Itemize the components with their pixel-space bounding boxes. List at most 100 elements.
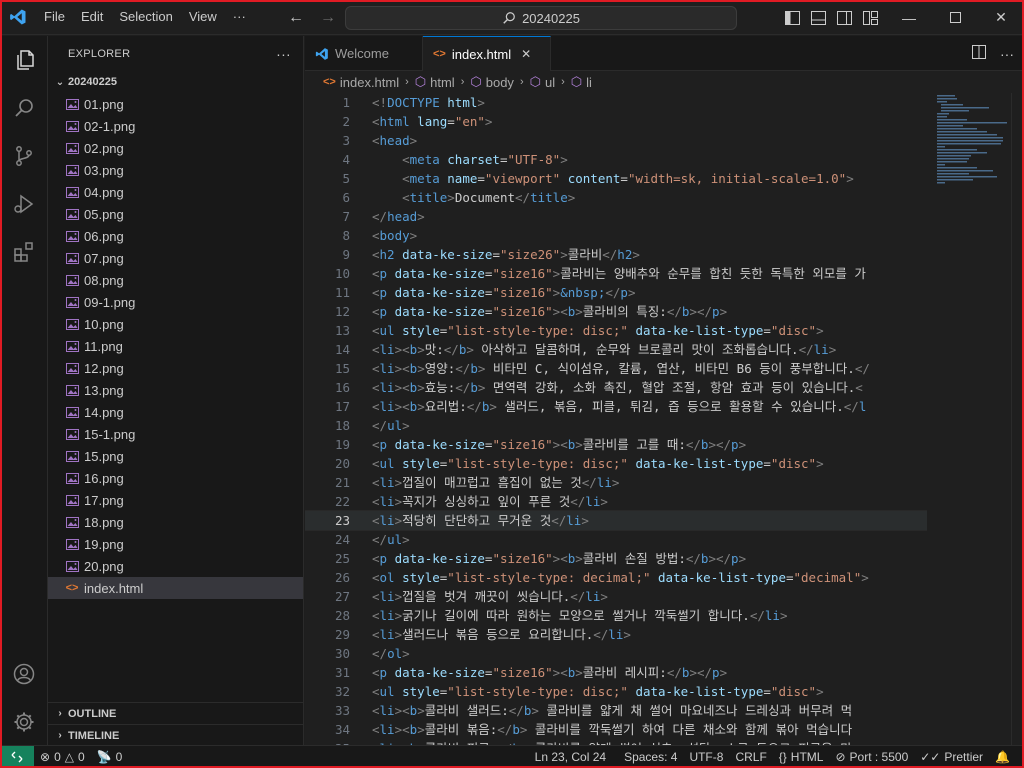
more-actions-icon[interactable]: ··· [1000,46,1014,62]
file-item[interactable]: 02-1.png [48,115,303,137]
menu-selection[interactable]: Selection [111,5,180,29]
maximize-icon[interactable] [932,0,978,35]
file-item[interactable]: 07.png [48,247,303,269]
code-line[interactable]: 28 <li>굵기나 길이에 따라 원하는 모양으로 썰거나 깍둑썰기 합니다.<… [305,606,927,625]
file-item[interactable]: 17.png [48,489,303,511]
file-item[interactable]: 09-1.png [48,291,303,313]
code-line[interactable]: 10 <p data-ke-size="size16">콜라비는 양배추와 순무를… [305,264,927,283]
code-line[interactable]: 15 <li><b>영양:</b> 비타민 C, 식이섬유, 칼륨, 엽산, 비타… [305,359,927,378]
encoding[interactable]: UTF-8 [683,746,729,768]
menu-file[interactable]: File [36,5,73,29]
run-and-debug-icon[interactable] [0,180,48,228]
file-item[interactable]: 08.png [48,269,303,291]
search-icon[interactable] [0,84,48,132]
code-line[interactable]: 6 <title>Document</title> [305,188,927,207]
code-line[interactable]: 7 </head> [305,207,927,226]
code-line[interactable]: 18 </ul> [305,416,927,435]
problems-indicator[interactable]: ⊗ 0 △ 0 [34,746,91,768]
code-editor[interactable]: 1 <!DOCTYPE html> 2 <html lang="en"> 3 <head>… [305,93,927,745]
indentation[interactable]: Spaces: 4 [618,746,683,768]
end-of-line[interactable]: CRLF [729,746,772,768]
customize-layout-icon[interactable] [862,10,878,26]
breadcrumb-item[interactable]: html [430,75,455,90]
code-line[interactable]: 17 <li><b>요리법:</b> 샐러드, 볶음, 피클, 튀김, 즙 등으로… [305,397,927,416]
breadcrumb-item[interactable]: body [486,75,514,90]
file-item[interactable]: 11.png [48,335,303,357]
file-item[interactable]: 18.png [48,511,303,533]
code-line[interactable]: 33 <li><b>콜라비 샐러드:</b> 콜라비를 얇게 채 썰어 마요네즈나… [305,701,927,720]
forward-arrow-icon[interactable]: → [318,9,338,27]
file-item[interactable]: 16.png [48,467,303,489]
minimize-icon[interactable]: — [886,0,932,35]
code-line[interactable]: 12 <p data-ke-size="size16"><b>콜라비의 특징:</… [305,302,927,321]
code-line[interactable]: 20 <ul style="list-style-type: disc;" dat… [305,454,927,473]
file-item[interactable]: 10.png [48,313,303,335]
file-item[interactable]: 04.png [48,181,303,203]
file-item[interactable]: 15-1.png [48,423,303,445]
ports-indicator[interactable]: 📡 0 [91,746,129,768]
code-line[interactable]: 31 <p data-ke-size="size16"><b>콜라비 레시피:</… [305,663,927,682]
breadcrumb-item[interactable]: li [586,75,592,90]
prettier-status[interactable]: ✓✓ Prettier [914,746,989,768]
menu-more[interactable]: ··· [225,5,254,29]
command-center-search[interactable]: 20240225 [345,6,737,30]
code-line[interactable]: 14 <li><b>맛:</b> 아삭하고 달콤하며, 순무와 브로콜리 맛이 조… [305,340,927,359]
file-item[interactable]: 03.png [48,159,303,181]
split-editor-icon[interactable] [972,45,986,62]
file-item[interactable]: 12.png [48,357,303,379]
code-line[interactable]: 2 <html lang="en"> [305,112,927,131]
code-line[interactable]: 1 <!DOCTYPE html> [305,93,927,112]
file-item[interactable]: 05.png [48,203,303,225]
code-line[interactable]: 3 <head> [305,131,927,150]
file-item[interactable]: 19.png [48,533,303,555]
language-mode[interactable]: {} HTML [773,746,830,768]
breadcrumb-item[interactable]: index.html [340,75,399,90]
code-line[interactable]: 8 <body> [305,226,927,245]
folder-20240225[interactable]: ⌄ 20240225 [48,71,303,93]
toggle-panel-icon[interactable] [810,10,826,26]
code-line[interactable]: 22 <li>꼭지가 싱싱하고 잎이 푸른 것</li> [305,492,927,511]
live-server-port[interactable]: ⊘ Port : 5500 [829,746,914,768]
file-item[interactable]: 13.png [48,379,303,401]
menu-view[interactable]: View [181,5,225,29]
code-line[interactable]: 27 <li>껍질을 벗겨 깨끗이 씻습니다.</li> [305,587,927,606]
code-line[interactable]: 32 <ul style="list-style-type: disc;" dat… [305,682,927,701]
toggle-primary-sidebar-icon[interactable] [784,10,800,26]
accounts-icon[interactable] [0,650,48,698]
back-arrow-icon[interactable]: ← [286,9,306,27]
toggle-secondary-sidebar-icon[interactable] [836,10,852,26]
code-line[interactable]: 16 <li><b>효능:</b> 면역력 강화, 소화 촉진, 혈압 조절, 항… [305,378,927,397]
close-window-icon[interactable]: ✕ [978,0,1024,35]
code-line[interactable]: 25 <p data-ke-size="size16"><b>콜라비 손질 방법:… [305,549,927,568]
outline-section[interactable]: › OUTLINE [48,702,304,724]
code-line[interactable]: 29 <li>샐러드나 볶음 등으로 요리합니다.</li> [305,625,927,644]
file-index-html[interactable]: <> index.html [48,577,303,599]
menu-edit[interactable]: Edit [73,5,111,29]
code-line[interactable]: 23 <li>적당히 단단하고 무거운 것</li> [305,510,927,531]
code-line[interactable]: 11 <p data-ke-size="size16">&nbsp;</p> [305,283,927,302]
file-item[interactable]: 02.png [48,137,303,159]
file-item[interactable]: 01.png [48,93,303,115]
code-line[interactable]: 4 <meta charset="UTF-8"> [305,150,927,169]
settings-gear-icon[interactable] [0,698,48,746]
cursor-position[interactable]: Ln 23, Col 24 [529,746,612,768]
explorer-icon[interactable] [0,36,48,84]
notifications-bell-icon[interactable]: 🔔 [989,746,1016,768]
vertical-scrollbar[interactable] [1011,93,1024,745]
explorer-more-actions-button[interactable]: ··· [276,46,291,62]
file-item[interactable]: 15.png [48,445,303,467]
tab-index-html[interactable]: <> index.html ✕ [423,36,551,71]
code-line[interactable]: 21 <li>껍질이 매끄럽고 흠집이 없는 것</li> [305,473,927,492]
file-item[interactable]: 20.png [48,555,303,577]
remote-indicator-icon[interactable] [0,746,34,768]
extensions-icon[interactable] [0,228,48,276]
close-icon[interactable]: ✕ [521,47,531,61]
breadcrumb-item[interactable]: ul [545,75,555,90]
code-line[interactable]: 13 <ul style="list-style-type: disc;" dat… [305,321,927,340]
file-item[interactable]: 14.png [48,401,303,423]
source-control-icon[interactable] [0,132,48,180]
minimap[interactable] [927,93,1011,745]
code-line[interactable]: 19 <p data-ke-size="size16"><b>콜라비를 고를 때:… [305,435,927,454]
code-line[interactable]: 24 </ul> [305,530,927,549]
timeline-section[interactable]: › TIMELINE [48,724,304,746]
